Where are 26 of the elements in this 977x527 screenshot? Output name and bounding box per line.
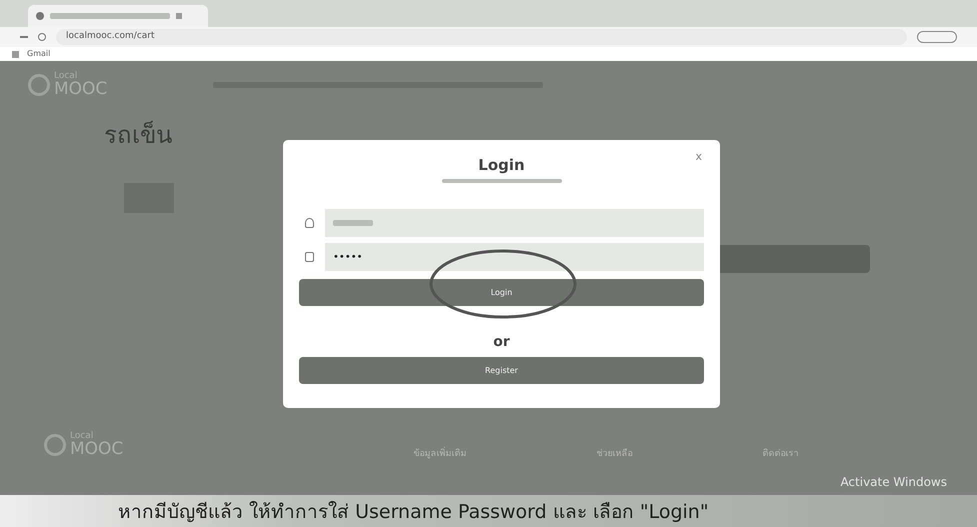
register-button[interactable]: Register <box>299 357 704 384</box>
page-title: รถเข็น <box>103 120 173 151</box>
globe-icon <box>36 12 44 20</box>
footer-heading: ช่วยเหลือ <box>596 449 632 460</box>
lock-icon <box>305 252 314 262</box>
video-caption: หากมีบัญชีแล้ว ให้ทำการใส่ Username Password และ เลือก "Login" <box>0 495 977 527</box>
close-button[interactable]: x <box>689 148 708 166</box>
apps-icon <box>12 50 19 58</box>
input-field[interactable]: ••••• <box>325 243 704 272</box>
bookmark[interactable]: Gmail <box>27 48 50 60</box>
address-bar[interactable]: localmooc.com/cart <box>56 29 907 45</box>
logo-icon <box>28 74 50 96</box>
input-field[interactable] <box>325 209 704 238</box>
profile-button[interactable] <box>917 31 957 43</box>
login-button[interactable]: Login <box>299 279 704 306</box>
footer-heading: ติดต่อเรา <box>762 449 798 460</box>
logo-icon <box>44 434 66 456</box>
separator-text: or <box>492 333 511 352</box>
close-icon[interactable] <box>176 13 182 19</box>
activation-notice: Activate Windows <box>840 474 947 491</box>
reload-icon[interactable] <box>38 33 46 41</box>
user-icon <box>305 218 314 228</box>
url-text[interactable]: localmooc.com/cart <box>66 30 155 44</box>
footer-heading: ข้อมูลเพิ่มเติม <box>413 449 466 460</box>
checkout-button[interactable] <box>720 245 870 273</box>
dialog-title: Login <box>477 155 526 176</box>
